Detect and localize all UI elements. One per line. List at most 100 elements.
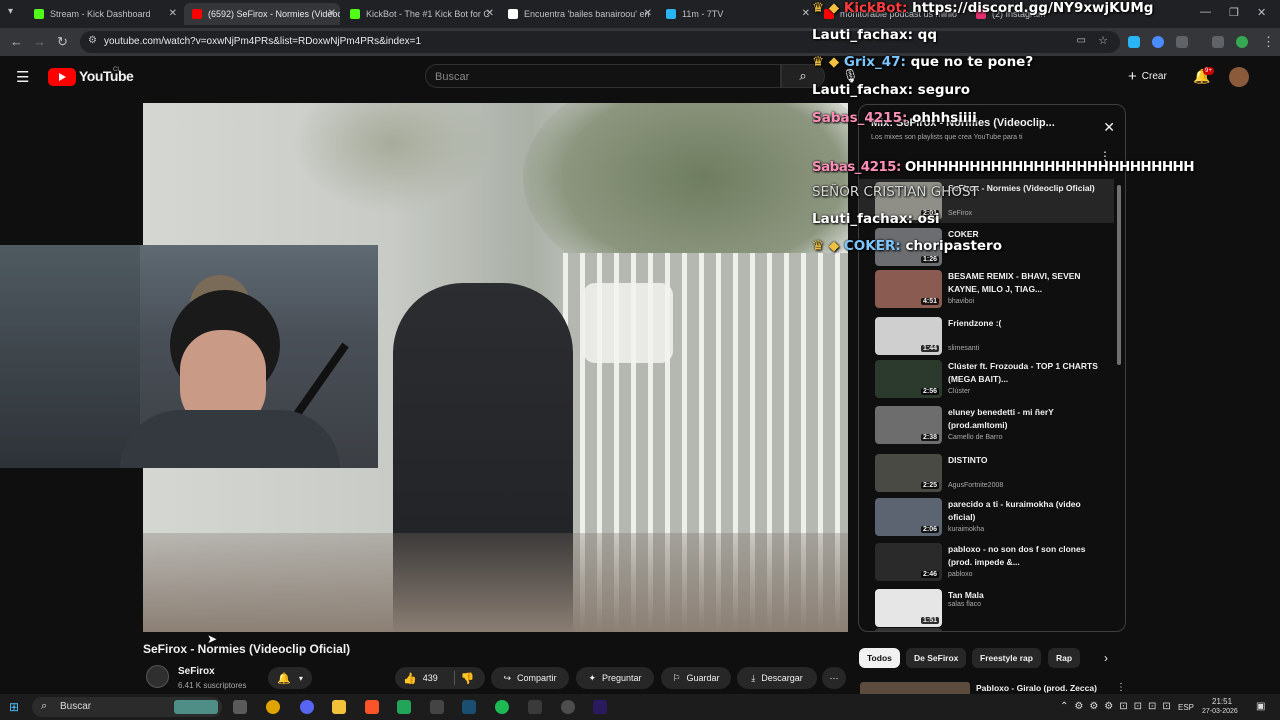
taskbar-search[interactable]: ⌕ Buscar [32, 697, 222, 717]
playlist-item[interactable]: 2:06 parecido a ti - kuraimokha (video of… [859, 495, 1114, 539]
save-button[interactable]: ⚐ Guardar [661, 667, 731, 689]
task-view-icon[interactable] [233, 700, 247, 714]
playlist-item-channel: AgusFortnite2008 [948, 482, 1004, 489]
duration-badge: 1:44 [920, 345, 939, 352]
tab-title: Stream - Kick Dashboard [50, 9, 151, 19]
playlist-item[interactable]: 1:44 Friendzone :(slimesanti [859, 314, 1114, 358]
app-taskbar-icon[interactable] [561, 700, 575, 714]
chat-message: Lauti_fachax: osi [812, 211, 940, 227]
playlist-item[interactable]: 1:51 Tan Mala salas flaco [859, 586, 1114, 630]
extension-icon[interactable] [1152, 36, 1164, 48]
close-playlist-icon[interactable]: ✕ [1103, 119, 1115, 136]
account-avatar[interactable] [1229, 67, 1249, 87]
tray-time[interactable]: 21:51 [1212, 697, 1232, 706]
reload-icon[interactable]: ↻ [57, 34, 68, 50]
plus-icon: + [1128, 67, 1137, 85]
extensions-puzzle-icon[interactable] [1176, 36, 1188, 48]
spotify-taskbar-icon[interactable] [495, 700, 509, 714]
next-rec-more-icon[interactable]: ⋮ [1116, 682, 1126, 693]
duration-badge: 2:25 [920, 482, 939, 489]
cast-icon[interactable]: ▭ [1077, 35, 1086, 46]
channel-avatar[interactable] [146, 665, 169, 688]
site-info-icon[interactable]: ⚙ [88, 35, 97, 46]
duration-badge: 4:51 [920, 298, 939, 305]
playlist-item[interactable]: 2:46 pabloxo - no son dos f son clones (p… [859, 540, 1114, 584]
playlist-item-channel: slimesanti [948, 345, 980, 352]
chips-next-icon[interactable]: › [1104, 651, 1108, 665]
subscription-bell-button[interactable]: 🔔 ▾ [268, 667, 312, 689]
close-tab-icon[interactable]: ✕ [802, 8, 810, 19]
hamburger-menu-icon[interactable]: ☰ [16, 68, 29, 86]
notification-count-badge: 9+ [1203, 67, 1214, 75]
more-actions-button[interactable]: ⋯ [822, 667, 846, 689]
browser-tab[interactable]: Encuentra 'bailes banairoou' en ✕ [500, 3, 656, 25]
close-window-icon[interactable]: ✕ [1257, 6, 1266, 19]
app-taskbar-icon[interactable] [300, 700, 314, 714]
chrome-taskbar-icon[interactable] [266, 700, 280, 714]
playlist-item[interactable]: 2:56 Clúster ft. Frozouda - TOP 1 CHARTS … [859, 357, 1114, 401]
close-tab-icon[interactable]: ✕ [644, 8, 652, 19]
playlist-item[interactable]: Zoll - Starboy (Video Oficial) [859, 625, 1114, 631]
tray-date[interactable]: 27-03-2026 [1202, 708, 1238, 715]
tray-icons[interactable]: ⌃⚙⚙⚙⊡⊡⊡⊡ [1060, 701, 1177, 712]
ask-button[interactable]: ✦ Preguntar [576, 667, 654, 689]
like-count[interactable]: 439 [423, 673, 438, 683]
browser-tab[interactable]: Stream - Kick Dashboard ✕ [26, 3, 181, 25]
chip-freestyle-rap[interactable]: Freestyle rap [972, 648, 1041, 668]
chat-username: Sabas_4215: [812, 110, 908, 126]
browser-menu-icon[interactable]: ⋮ [1262, 34, 1275, 50]
browser-tab[interactable]: 11m - 7TV ✕ [658, 3, 814, 25]
download-button[interactable]: ⤓ Descargar [737, 667, 817, 689]
youtube-logo-icon[interactable] [48, 68, 76, 86]
address-bar[interactable]: ⚙ youtube.com/watch?v=oxwNjPm4PRs&list=R… [80, 31, 1120, 53]
close-tab-icon[interactable]: ✕ [486, 8, 494, 19]
save-label: Guardar [686, 673, 720, 683]
7tv-extension-icon[interactable] [1128, 36, 1140, 48]
dislike-icon[interactable]: 👎 [461, 672, 475, 685]
7tv-favicon-icon [666, 9, 676, 19]
share-button[interactable]: ↪ Compartir [491, 667, 569, 689]
windows-start-icon[interactable]: ⊞ [9, 700, 19, 714]
premiere-taskbar-icon[interactable] [593, 700, 607, 714]
app-taskbar-icon[interactable] [397, 700, 411, 714]
playlist-item[interactable]: 4:51 BESAME REMIX - BHAVI, SEVEN KAYNE, M… [859, 267, 1114, 311]
browser-tab-active[interactable]: (6592) SeFirox - Normies (Videoc ✕ [184, 3, 340, 25]
back-icon[interactable]: ← [10, 34, 23, 49]
playlist-item[interactable]: 2:38 eluney benedetti - mi ñerY (prod.aml… [859, 403, 1114, 447]
like-icon[interactable]: 👍 [403, 672, 417, 685]
browser-tab[interactable]: KickBot - The #1 Kick Bot for C ✕ [342, 3, 498, 25]
chip-rap[interactable]: Rap [1048, 648, 1081, 668]
forward-icon[interactable]: → [33, 34, 46, 49]
steam-taskbar-icon[interactable] [462, 700, 476, 714]
file-explorer-icon[interactable] [332, 700, 346, 714]
close-tab-icon[interactable]: ✕ [328, 8, 336, 19]
create-button[interactable]: + Crear [1128, 66, 1167, 86]
search-input[interactable]: Buscar [425, 64, 781, 88]
duration-badge: 2:56 [920, 388, 939, 395]
chip-de-sefirox[interactable]: De SeFirox [906, 648, 967, 668]
chat-message: SEÑOR CRISTIAN GHOST [812, 184, 979, 200]
playlist-item-thumbnail: 2:46 [875, 543, 942, 581]
notifications-icon[interactable]: ▣ [1256, 701, 1265, 712]
playlist-scrollbar[interactable] [1117, 185, 1121, 365]
sparkle-icon: ✦ [588, 672, 596, 683]
chip-todos[interactable]: Todos [859, 648, 900, 668]
kickbot-favicon-icon [350, 9, 360, 19]
app-taskbar-icon[interactable] [528, 700, 542, 714]
playlist-item[interactable]: 2:25 DISTINTO AgusFortnite2008 [859, 451, 1114, 495]
profile-icon[interactable] [1236, 36, 1248, 48]
maximize-icon[interactable]: ❐ [1229, 6, 1239, 19]
youtube-wordmark[interactable]: YouTube [79, 68, 134, 84]
app-taskbar-icon[interactable] [430, 700, 444, 714]
tiktok-favicon-icon [508, 9, 518, 19]
channel-name[interactable]: SeFirox [178, 666, 215, 677]
tab-search-icon[interactable]: ▾ [8, 6, 13, 17]
minimize-icon[interactable]: — [1200, 6, 1211, 18]
reading-list-icon[interactable] [1212, 36, 1224, 48]
video-ground [143, 533, 848, 632]
chat-text: qq [917, 27, 937, 43]
tray-lang[interactable]: ESP [1178, 703, 1194, 712]
close-tab-icon[interactable]: ✕ [169, 8, 177, 19]
brave-taskbar-icon[interactable] [365, 700, 379, 714]
bookmark-star-icon[interactable]: ☆ [1098, 34, 1108, 47]
